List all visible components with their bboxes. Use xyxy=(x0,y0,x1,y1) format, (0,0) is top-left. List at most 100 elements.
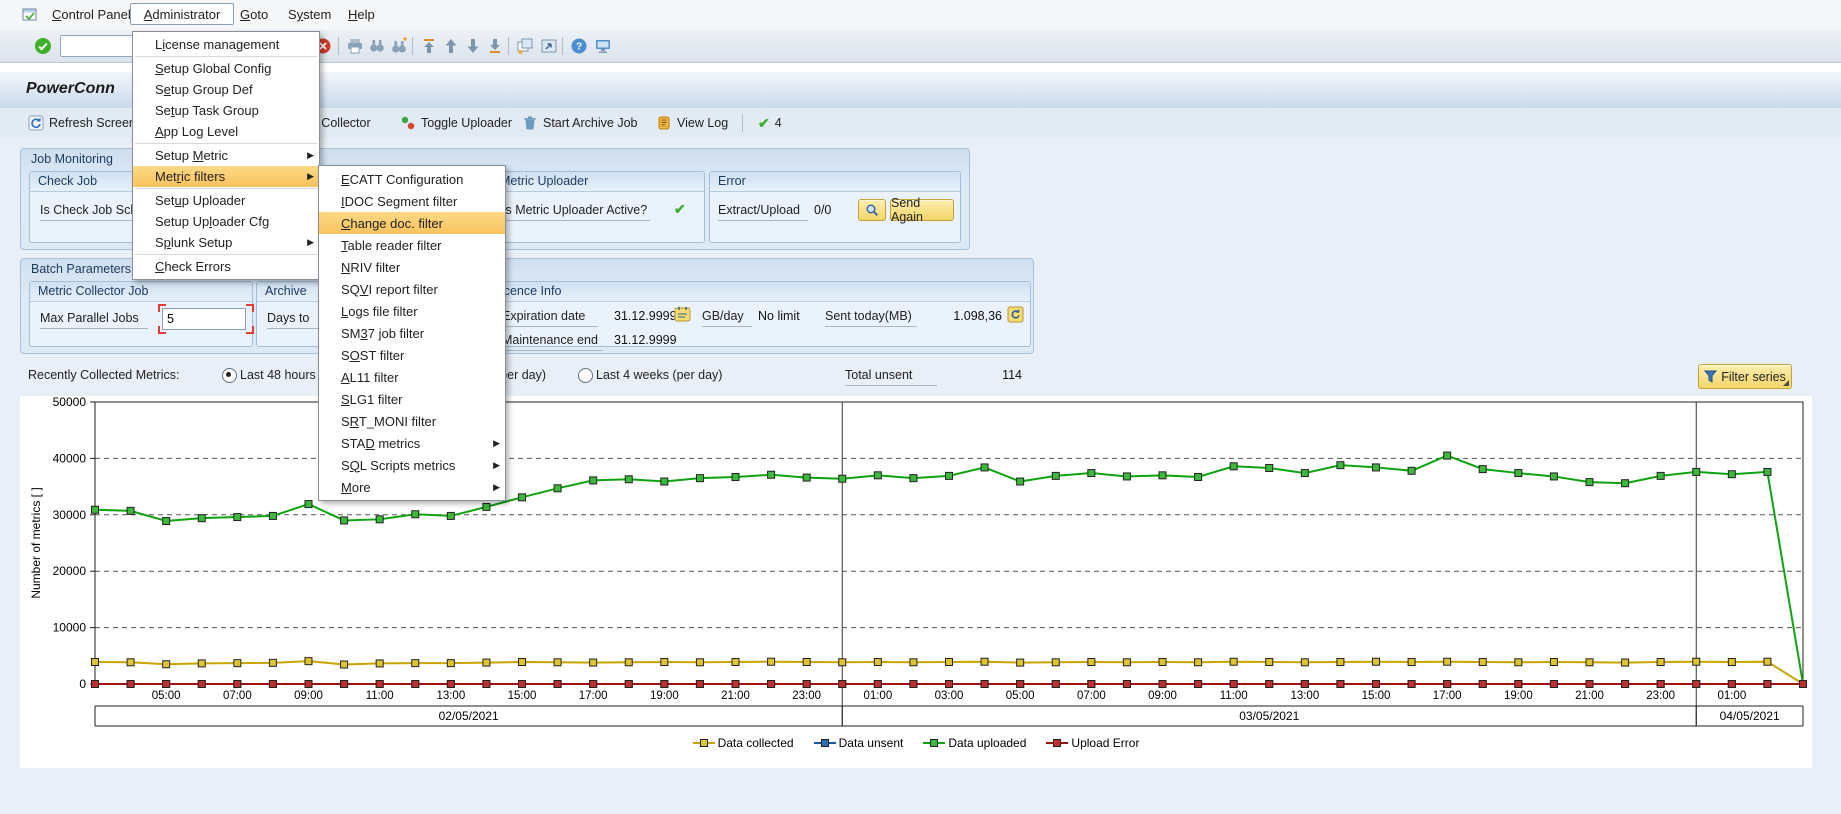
menu-item-setup-global-config[interactable]: Setup Global Config xyxy=(133,58,319,79)
send-again-button[interactable]: Send Again xyxy=(890,199,954,221)
svg-text:07:00: 07:00 xyxy=(223,690,252,702)
legend-label: Data collected xyxy=(718,736,794,750)
new-session-icon[interactable] xyxy=(516,37,534,55)
recently-collected-label: Recently Collected Metrics: xyxy=(28,368,179,382)
start-archive-job-button[interactable]: Start Archive Job xyxy=(518,112,642,134)
menu-item-metric-filters[interactable]: Metric filters▶ xyxy=(133,166,319,187)
menu-item-setup-task-group[interactable]: Setup Task Group xyxy=(133,100,319,121)
svg-text:07:00: 07:00 xyxy=(1077,690,1106,702)
menu-administrator[interactable]: Administrator xyxy=(130,3,234,25)
page-up-icon[interactable] xyxy=(442,37,460,55)
svg-text:04/05/2021: 04/05/2021 xyxy=(1720,709,1780,723)
button-label: Refresh Screen xyxy=(49,116,136,130)
error-panel: Error Extract/Upload 0/0 Send Again xyxy=(709,171,961,243)
svg-text:23:00: 23:00 xyxy=(792,690,821,702)
customize-layout-icon[interactable] xyxy=(594,37,612,55)
first-page-icon[interactable] xyxy=(420,37,438,55)
selection-corner xyxy=(246,304,254,312)
maintenance-end-value: 31.12.9999 xyxy=(614,333,677,347)
menu-system[interactable]: System xyxy=(280,5,339,25)
enter-check-icon[interactable] xyxy=(34,37,52,55)
date-icon[interactable] xyxy=(674,306,691,326)
menu-item-label: Setup Uploader Cfg xyxy=(155,214,269,229)
refresh-icon xyxy=(28,115,44,131)
menu-item-logs-file-filter[interactable]: Logs file filter xyxy=(319,300,505,322)
svg-text:09:00: 09:00 xyxy=(294,690,323,702)
menu-control-panel[interactable]: Control Panel xyxy=(44,5,139,25)
menu-item-al11-filter[interactable]: AL11 filter xyxy=(319,366,505,388)
menu-item-setup-metric[interactable]: Setup Metric▶ xyxy=(133,145,319,166)
find-icon[interactable] xyxy=(368,37,386,55)
menu-item-stad-metrics[interactable]: STAD metrics▶ xyxy=(319,432,505,454)
radio-last-48-hours[interactable] xyxy=(222,368,237,383)
legend-label: Data unsent xyxy=(839,736,904,750)
menu-help[interactable]: Help xyxy=(340,5,383,25)
menu-item-sost-filter[interactable]: SOST filter xyxy=(319,344,505,366)
menu-item-label: Setup Group Def xyxy=(155,82,253,97)
svg-text:17:00: 17:00 xyxy=(1433,690,1462,702)
menu-item-more[interactable]: More▶ xyxy=(319,476,505,498)
max-parallel-jobs-field xyxy=(162,308,246,330)
view-errors-button[interactable] xyxy=(858,199,886,221)
max-parallel-jobs-label: Max Parallel Jobs xyxy=(40,311,148,329)
menu-item-label: Splunk Setup xyxy=(155,235,232,250)
menu-item-table-reader-filter[interactable]: Table reader filter xyxy=(319,234,505,256)
menu-item-nriv-filter[interactable]: NRIV filter xyxy=(319,256,505,278)
svg-text:11:00: 11:00 xyxy=(366,690,394,702)
svg-text:03/05/2021: 03/05/2021 xyxy=(1239,709,1299,723)
print-icon[interactable] xyxy=(346,37,364,55)
submenu-arrow-icon: ▶ xyxy=(493,438,500,449)
menu-item-srt-moni-filter[interactable]: SRT_MONI filter xyxy=(319,410,505,432)
administrator-menu: License management Setup Global Config Set… xyxy=(132,31,320,280)
svg-text:?: ? xyxy=(576,42,582,53)
svg-text:09:00: 09:00 xyxy=(1148,690,1177,702)
toolbar-separator xyxy=(412,37,413,55)
radio-last-4-weeks-label[interactable]: Last 4 weeks (per day) xyxy=(596,368,722,382)
menu-item-slg1-filter[interactable]: SLG1 filter xyxy=(319,388,505,410)
gb-day-label: GB/day xyxy=(702,309,752,327)
page-down-icon[interactable] xyxy=(464,37,482,55)
menu-item-setup-uploader[interactable]: Setup Uploader xyxy=(133,190,319,211)
menu-goto[interactable]: Goto xyxy=(232,5,276,25)
help-icon[interactable]: ? xyxy=(570,37,588,55)
log-icon xyxy=(656,115,672,131)
radio-last-4-weeks[interactable] xyxy=(578,368,593,383)
svg-text:03:00: 03:00 xyxy=(935,690,964,702)
menu-item-idoc-segment-filter[interactable]: IDOC Segment filter xyxy=(319,190,505,212)
menu-item-change-doc-filter[interactable]: Change doc. filter xyxy=(319,212,505,234)
active-check-icon: ✔ xyxy=(674,201,686,218)
menu-item-setup-uploader-cfg[interactable]: Setup Uploader Cfg xyxy=(133,211,319,232)
menu-item-setup-group-def[interactable]: Setup Group Def xyxy=(133,79,319,100)
create-shortcut-icon[interactable] xyxy=(540,37,558,55)
filter-series-button[interactable]: Filter series xyxy=(1698,364,1792,389)
svg-text:10000: 10000 xyxy=(53,621,87,635)
system-menu-icon[interactable] xyxy=(22,7,38,26)
metric-uploader-label: Is Metric Uploader Active? xyxy=(502,203,650,221)
last-page-icon[interactable] xyxy=(486,37,504,55)
menu-item-splunk-setup[interactable]: Splunk Setup▶ xyxy=(133,232,319,253)
legend-label: Upload Error xyxy=(1071,736,1139,750)
max-parallel-jobs-input[interactable] xyxy=(162,308,246,330)
radio-last-48-hours-label[interactable]: Last 48 hours xyxy=(240,368,316,382)
toggle-uploader-button[interactable]: Toggle Uploader xyxy=(396,112,516,134)
menu-item-label: SLG1 filter xyxy=(341,392,402,407)
menu-item-license-management[interactable]: License management xyxy=(133,34,319,55)
toolbar-separator xyxy=(508,37,509,55)
view-log-button[interactable]: View Log xyxy=(652,112,732,134)
svg-text:21:00: 21:00 xyxy=(1575,690,1604,702)
menu-item-sql-scripts-metrics[interactable]: SQL Scripts metrics▶ xyxy=(319,454,505,476)
refresh-amount-icon[interactable] xyxy=(1007,306,1024,326)
menu-item-sm37-job-filter[interactable]: SM37 job filter xyxy=(319,322,505,344)
refresh-screen-button[interactable]: Refresh Screen xyxy=(24,112,140,134)
menu-item-label: Metric filters xyxy=(155,169,225,184)
selection-corner xyxy=(158,326,166,334)
menu-item-label: Table reader filter xyxy=(341,238,441,253)
svg-text:11:00: 11:00 xyxy=(1220,690,1248,702)
menu-separator xyxy=(135,56,317,57)
find-next-icon[interactable] xyxy=(390,37,408,55)
menu-item-sqvi-report-filter[interactable]: SQVI report filter xyxy=(319,278,505,300)
menu-item-app-log-level[interactable]: App Log Level xyxy=(133,121,319,142)
menu-item-check-errors[interactable]: Check Errors xyxy=(133,256,319,277)
toggle-icon xyxy=(400,115,416,131)
menu-item-ecatt-configuration[interactable]: ECATT Configuration xyxy=(319,168,505,190)
